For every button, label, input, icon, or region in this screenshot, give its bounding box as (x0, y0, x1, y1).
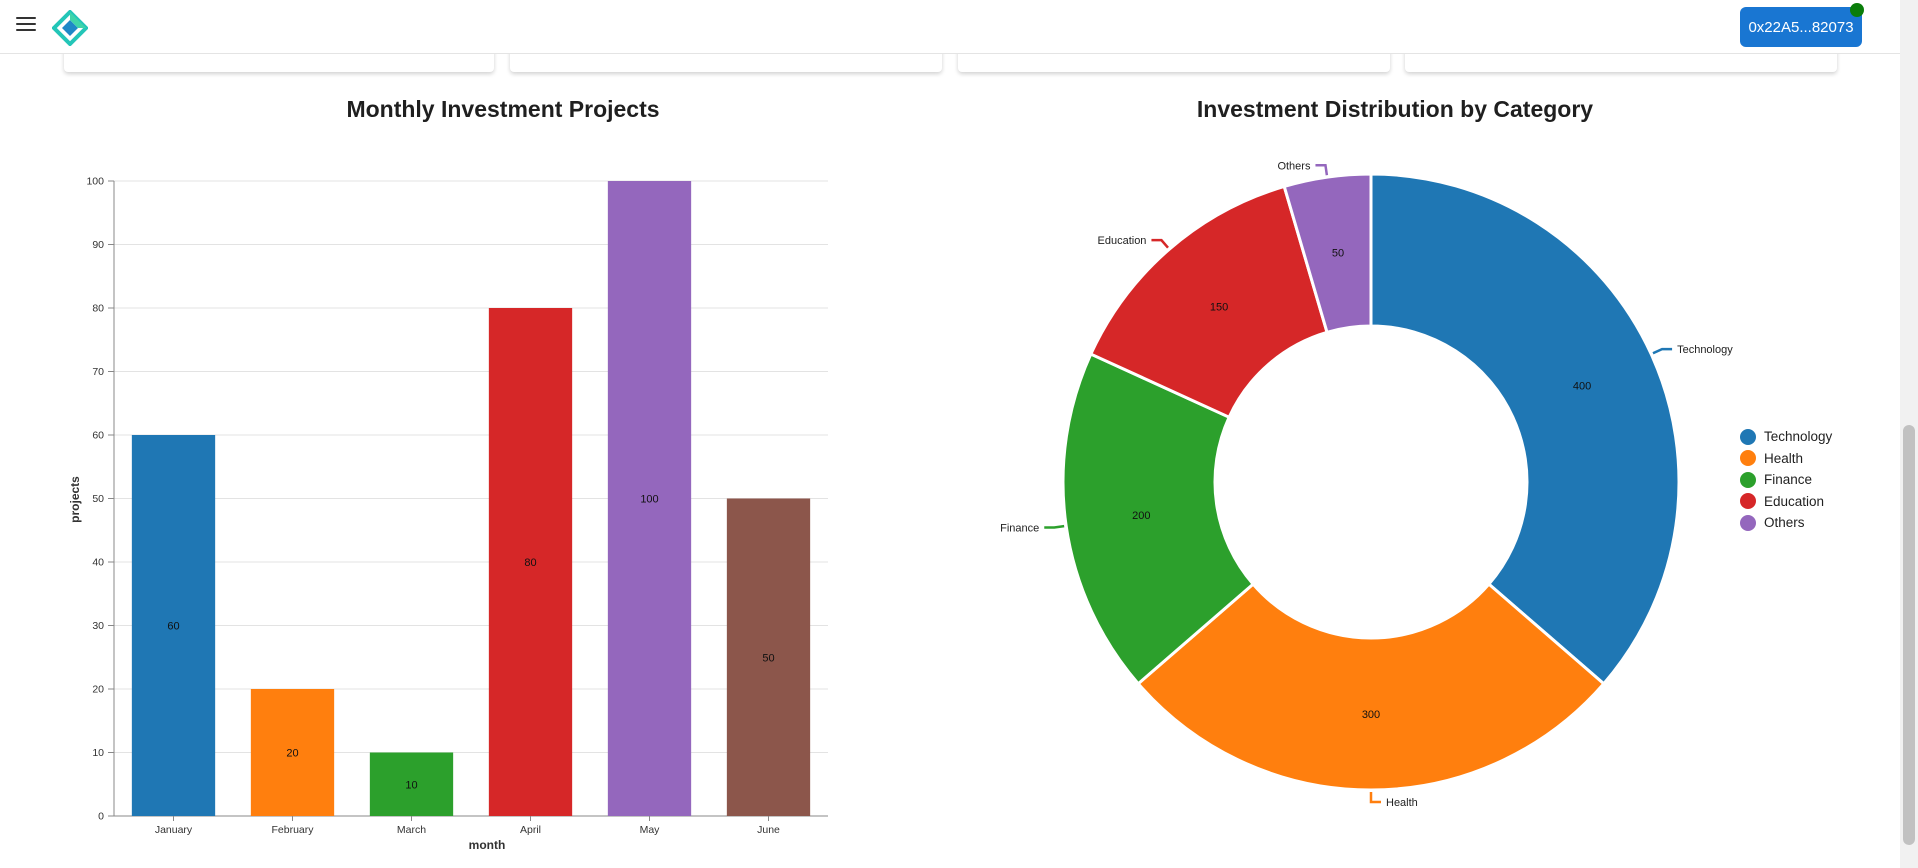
x-axis-label: month (469, 838, 506, 852)
legend-swatch (1740, 428, 1756, 445)
legend-item[interactable]: Finance (1740, 469, 1832, 491)
y-tick-label: 40 (92, 557, 104, 569)
top-app-bar: 0x22A5...82073 (0, 0, 1900, 54)
slice-value-label: 400 (1573, 381, 1591, 393)
legend-label: Education (1764, 493, 1825, 509)
connection-status-dot (1850, 3, 1864, 17)
slice-category-label: Finance (1000, 523, 1039, 535)
y-tick-label: 80 (92, 303, 104, 315)
y-tick-label: 70 (92, 366, 104, 378)
legend-swatch (1740, 493, 1756, 510)
y-tick-label: 20 (92, 684, 104, 696)
legend-swatch (1740, 514, 1756, 531)
y-tick-label: 0 (98, 811, 104, 823)
x-tick-label: January (155, 824, 193, 836)
wallet-address-button[interactable]: 0x22A5...82073 (1740, 7, 1862, 47)
x-tick-label: April (520, 824, 541, 836)
slice-leader-line (1044, 524, 1065, 529)
slice-leader-line (1315, 164, 1329, 176)
legend-item[interactable]: Education (1740, 491, 1832, 513)
diamond-logo-icon[interactable] (52, 10, 88, 46)
donut-slice (1282, 172, 1373, 334)
x-tick-label: May (640, 824, 661, 836)
y-tick-label: 60 (92, 430, 104, 442)
donut-slice (1136, 582, 1606, 792)
legend-item[interactable]: Others (1740, 512, 1832, 534)
slice-value-label: 200 (1132, 510, 1150, 522)
y-tick-label: 50 (92, 493, 104, 505)
donut-slice (1369, 172, 1681, 686)
x-tick-label: June (757, 824, 780, 836)
slice-category-label: Others (1277, 160, 1311, 172)
x-tick-label: February (271, 824, 314, 836)
legend-label: Others (1764, 515, 1805, 531)
slice-category-label: Health (1386, 797, 1418, 809)
bar-value-label: 20 (286, 748, 298, 760)
slice-leader-line (1652, 347, 1673, 355)
bar-value-label: 50 (762, 652, 774, 664)
pie-chart-title: Investment Distribution by Category (1196, 96, 1594, 122)
bar-value-label: 10 (405, 779, 417, 791)
bar-value-label: 60 (167, 621, 179, 633)
y-tick-label: 30 (92, 620, 104, 632)
bar-chart: 0 10 20 30 40 50 60 70 80 90 100 60 January 20 Februar… (68, 176, 828, 852)
slice-leader-line (1151, 238, 1169, 249)
legend-label: Technology (1764, 429, 1833, 445)
y-tick-label: 90 (92, 239, 104, 251)
legend-swatch (1740, 450, 1756, 467)
moon-icon[interactable] (1876, 16, 1896, 36)
legend-item[interactable]: Technology (1740, 426, 1832, 448)
y-axis-label: projects (68, 476, 82, 523)
scrollbar-thumb[interactable] (1903, 425, 1915, 845)
bar-value-label: 80 (524, 557, 536, 569)
legend-swatch (1740, 471, 1756, 488)
slice-category-label: Technology (1677, 344, 1733, 356)
slice-value-label: 50 (1332, 247, 1344, 259)
bar-value-label: 100 (640, 494, 658, 506)
donut-slice (1061, 352, 1255, 686)
slice-leader-line (1369, 792, 1381, 804)
legend-item[interactable]: Health (1740, 448, 1832, 470)
hamburger-menu-icon[interactable] (16, 17, 36, 33)
y-tick-label: 10 (92, 747, 104, 759)
donut-slice (1089, 184, 1329, 419)
legend-label: Health (1764, 450, 1804, 466)
slice-value-label: 150 (1210, 302, 1228, 314)
legend-label: Finance (1764, 472, 1813, 488)
slice-value-label: 300 (1362, 709, 1380, 721)
x-tick-label: March (397, 824, 426, 836)
slice-category-label: Education (1098, 235, 1147, 247)
y-tick-label: 100 (86, 176, 104, 188)
pie-legend: Technology Health Finance Education Others (1740, 426, 1832, 534)
